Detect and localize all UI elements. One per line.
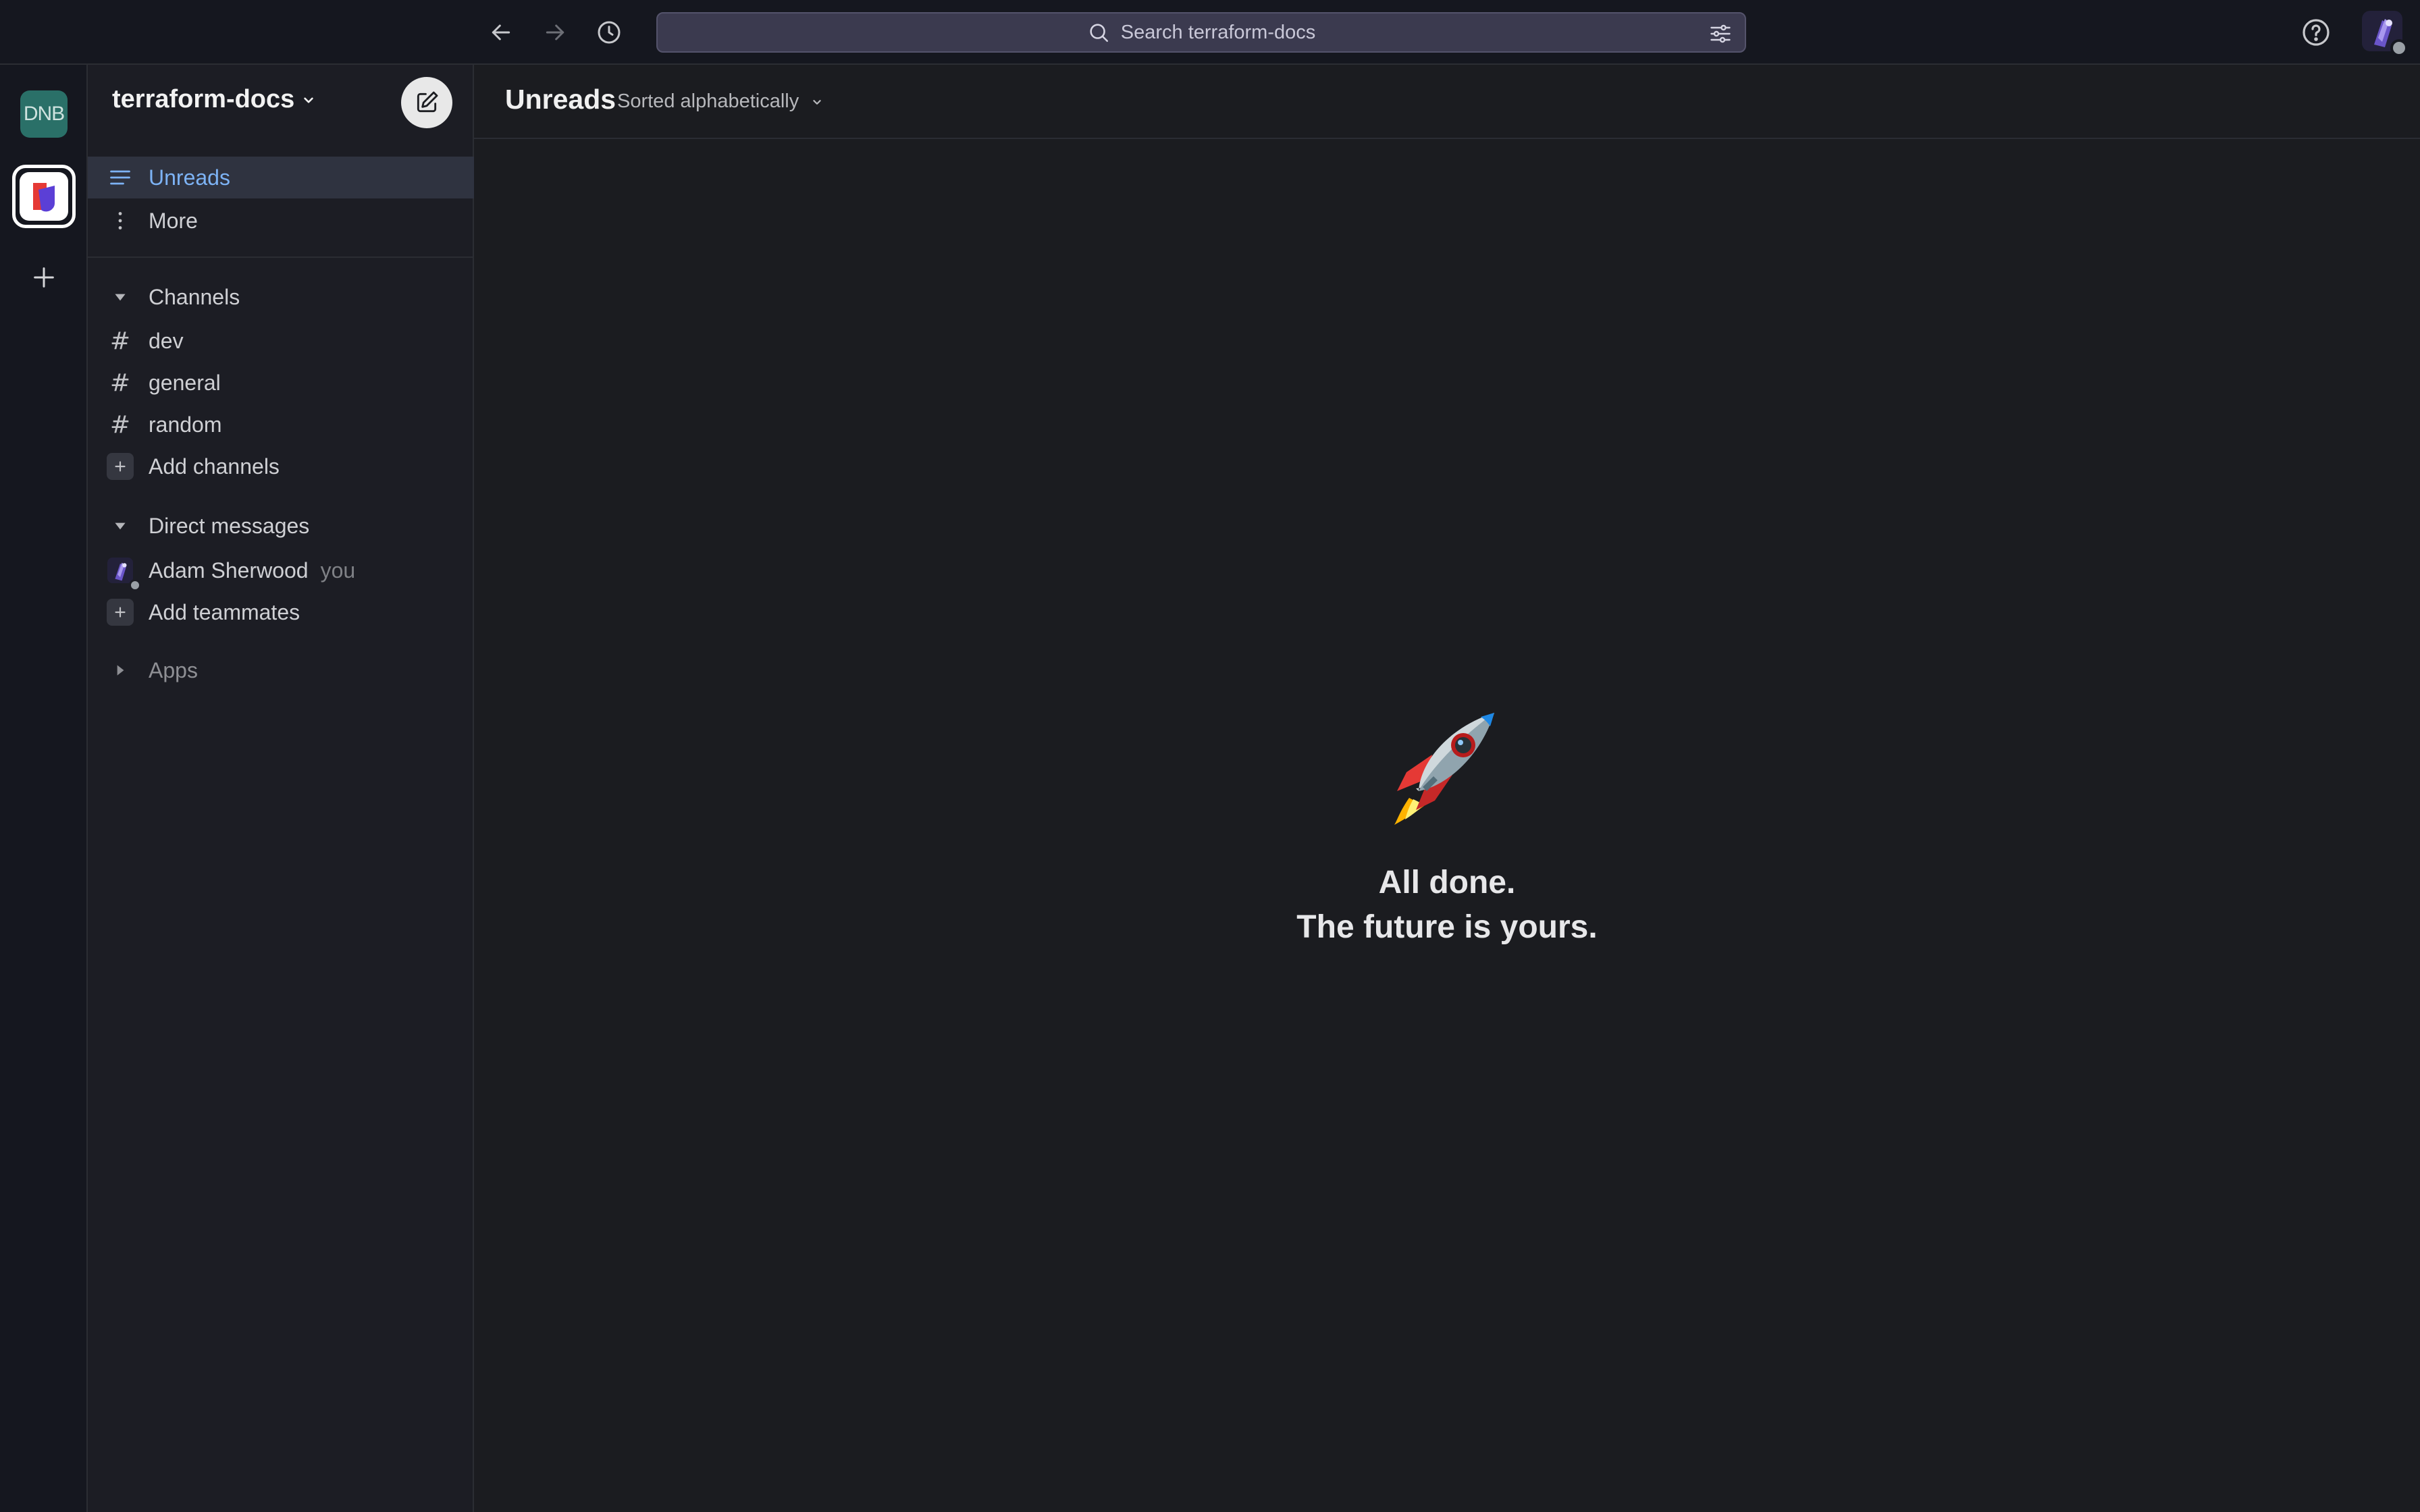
help-icon[interactable] xyxy=(2300,16,2332,49)
top-bar: Search terraform-docs xyxy=(0,0,2420,65)
sort-label: Sorted alphabetically xyxy=(617,90,799,112)
search-placeholder: Search terraform-docs xyxy=(1120,21,1316,43)
workspace-rail: DNB xyxy=(0,65,88,1512)
dm-user-name: Adam Sherwood xyxy=(149,558,309,583)
channel-name: general xyxy=(149,370,221,395)
sidebar-item-label: Unreads xyxy=(149,165,230,190)
plus-box xyxy=(107,453,134,480)
workspace-terraform-docs[interactable] xyxy=(12,165,76,228)
add-workspace-button[interactable] xyxy=(24,258,63,297)
dm-avatar xyxy=(107,557,141,591)
avatar-image xyxy=(107,558,133,583)
compose-icon xyxy=(417,91,438,113)
more-vertical-icon xyxy=(107,207,134,234)
add-teammates-label: Add teammates xyxy=(149,599,300,624)
sidebar-item-channel-random[interactable]: # random xyxy=(88,404,474,446)
sort-dropdown[interactable]: Sorted alphabetically xyxy=(617,90,824,113)
apps-section-header[interactable]: Apps xyxy=(88,649,474,691)
workspace-dnb[interactable]: DNB xyxy=(20,90,68,138)
channel-name: random xyxy=(149,412,222,437)
user-avatar[interactable] xyxy=(2362,11,2408,57)
channel-name: dev xyxy=(149,328,184,353)
empty-state-line-2: The future is yours. xyxy=(1296,909,1598,945)
sidebar-divider xyxy=(88,256,473,258)
presence-indicator xyxy=(129,579,141,591)
search-bar[interactable]: Search terraform-docs xyxy=(656,12,1746,53)
main-header: Unreads Sorted alphabetically xyxy=(474,65,2420,139)
forward-button[interactable] xyxy=(539,16,571,49)
plus-box xyxy=(107,599,134,626)
section-label: Apps xyxy=(149,657,198,682)
dm-label-group: Adam Sherwood you xyxy=(149,558,355,583)
plus-icon xyxy=(107,599,134,626)
sidebar: terraform-docs Unreads More Channels # d… xyxy=(88,65,474,1512)
direct-messages-section-header[interactable]: Direct messages xyxy=(88,505,474,547)
section-label: Channels xyxy=(149,284,240,309)
list-lines-icon xyxy=(107,164,134,191)
sidebar-item-more[interactable]: More xyxy=(88,200,474,242)
sidebar-item-channel-dev[interactable]: # dev xyxy=(88,320,474,362)
page-title: Unreads xyxy=(505,84,616,115)
sidebar-item-unreads[interactable]: Unreads xyxy=(88,157,474,198)
compose-button[interactable] xyxy=(401,77,452,128)
back-button[interactable] xyxy=(485,16,517,49)
sidebar-item-channel-general[interactable]: # general xyxy=(88,362,474,404)
add-channels-button[interactable]: Add channels xyxy=(88,446,474,487)
workspace-name: terraform-docs xyxy=(112,85,295,113)
sidebar-item-dm-self[interactable]: Adam Sherwood you xyxy=(88,549,474,591)
arrow-right-icon xyxy=(546,24,564,40)
chevron-down-icon xyxy=(304,97,314,103)
arrow-left-icon xyxy=(492,24,510,40)
filter-sliders-icon[interactable] xyxy=(1708,22,1733,46)
section-label: Direct messages xyxy=(149,513,310,538)
add-channels-label: Add channels xyxy=(149,454,280,479)
presence-indicator xyxy=(2390,39,2408,57)
channels-section-header[interactable]: Channels xyxy=(88,276,474,318)
search-icon xyxy=(1090,24,1108,43)
plus-icon xyxy=(34,267,54,288)
sidebar-item-label: More xyxy=(149,208,198,233)
empty-state-line-1: All done. xyxy=(1378,865,1516,900)
workspace-logo-icon xyxy=(33,183,55,212)
you-tag: you xyxy=(320,558,356,583)
history-button[interactable] xyxy=(593,16,625,49)
add-teammates-button[interactable]: Add teammates xyxy=(88,591,474,633)
plus-icon xyxy=(107,453,134,480)
hash-icon: # xyxy=(109,369,131,397)
chevron-down-icon xyxy=(813,99,821,105)
hash-icon: # xyxy=(109,327,131,355)
empty-state: All done. The future is yours. xyxy=(474,693,2420,950)
main-content: Unreads Sorted alphabetically All done. … xyxy=(474,65,2420,1512)
workspace-switcher[interactable]: terraform-docs xyxy=(112,85,317,114)
caret-down-icon xyxy=(107,284,134,310)
clock-icon xyxy=(598,21,621,44)
hash-icon: # xyxy=(109,410,131,439)
rocket-icon xyxy=(1394,713,1494,825)
caret-down-icon xyxy=(107,512,134,539)
caret-right-icon xyxy=(107,657,134,684)
